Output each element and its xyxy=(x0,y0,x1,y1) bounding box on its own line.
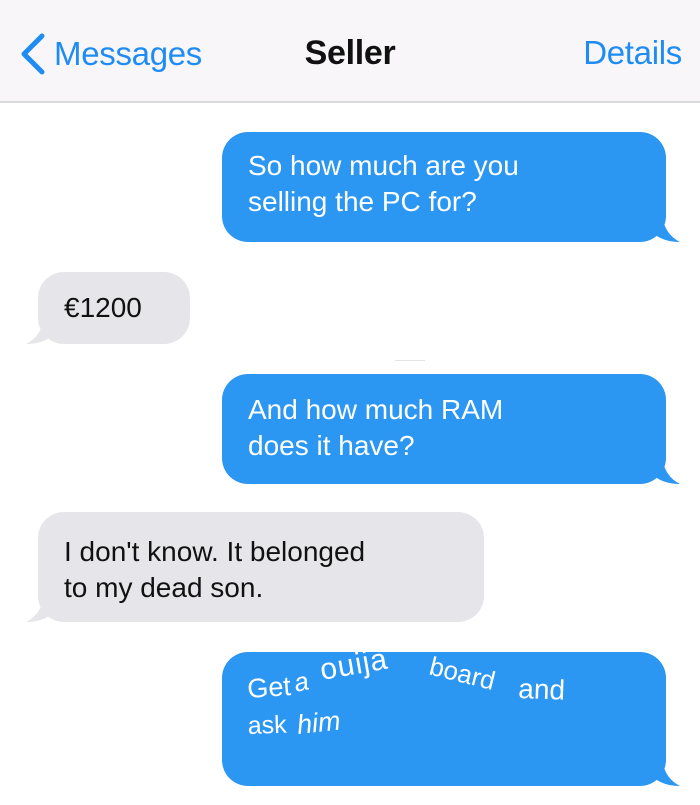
message-text-line: €1200 xyxy=(64,292,142,323)
message-text-line: So how much are you xyxy=(248,150,519,181)
conversation-title: Seller xyxy=(304,34,396,72)
navigation-bar: Messages Seller Details xyxy=(0,0,700,103)
message-word: a xyxy=(291,666,311,698)
message-bubble-sent[interactable]: So how much are you selling the PC for? xyxy=(222,132,666,242)
bubble-tail xyxy=(652,214,680,242)
message-text-line: And how much RAM xyxy=(248,394,504,425)
message-word: ouija xyxy=(317,652,390,687)
divider xyxy=(395,360,425,361)
bubble-tail xyxy=(652,456,680,484)
details-button[interactable]: Details xyxy=(583,34,682,72)
message-word: board xyxy=(427,652,499,696)
message-text-line: selling the PC for? xyxy=(248,186,477,217)
message-bubble-received[interactable]: €1200 xyxy=(38,272,190,344)
message-text-line: does it have? xyxy=(248,430,415,461)
message-word: and xyxy=(518,673,566,706)
message-text-line: I don't know. It belonged xyxy=(64,536,366,567)
message-text-line: to my dead son. xyxy=(64,572,264,603)
bubble-tail xyxy=(26,316,54,344)
message-word: Get xyxy=(246,671,292,704)
message-word: ask xyxy=(247,711,287,740)
back-button[interactable]: Messages xyxy=(18,30,202,78)
message-word: him xyxy=(295,706,341,740)
chevron-left-icon xyxy=(21,33,45,75)
message-bubble-sent[interactable]: And how much RAM does it have? xyxy=(222,374,666,484)
back-button-label: Messages xyxy=(54,35,203,72)
bubble-tail xyxy=(652,758,680,786)
bubble-tail xyxy=(26,594,54,622)
message-bubble-sent[interactable]: Get a ouija board and ask him xyxy=(222,652,666,786)
wavy-message-text: Get a ouija board and ask him xyxy=(246,652,566,740)
message-bubble-received[interactable]: I don't know. It belonged to my dead son… xyxy=(38,512,484,622)
